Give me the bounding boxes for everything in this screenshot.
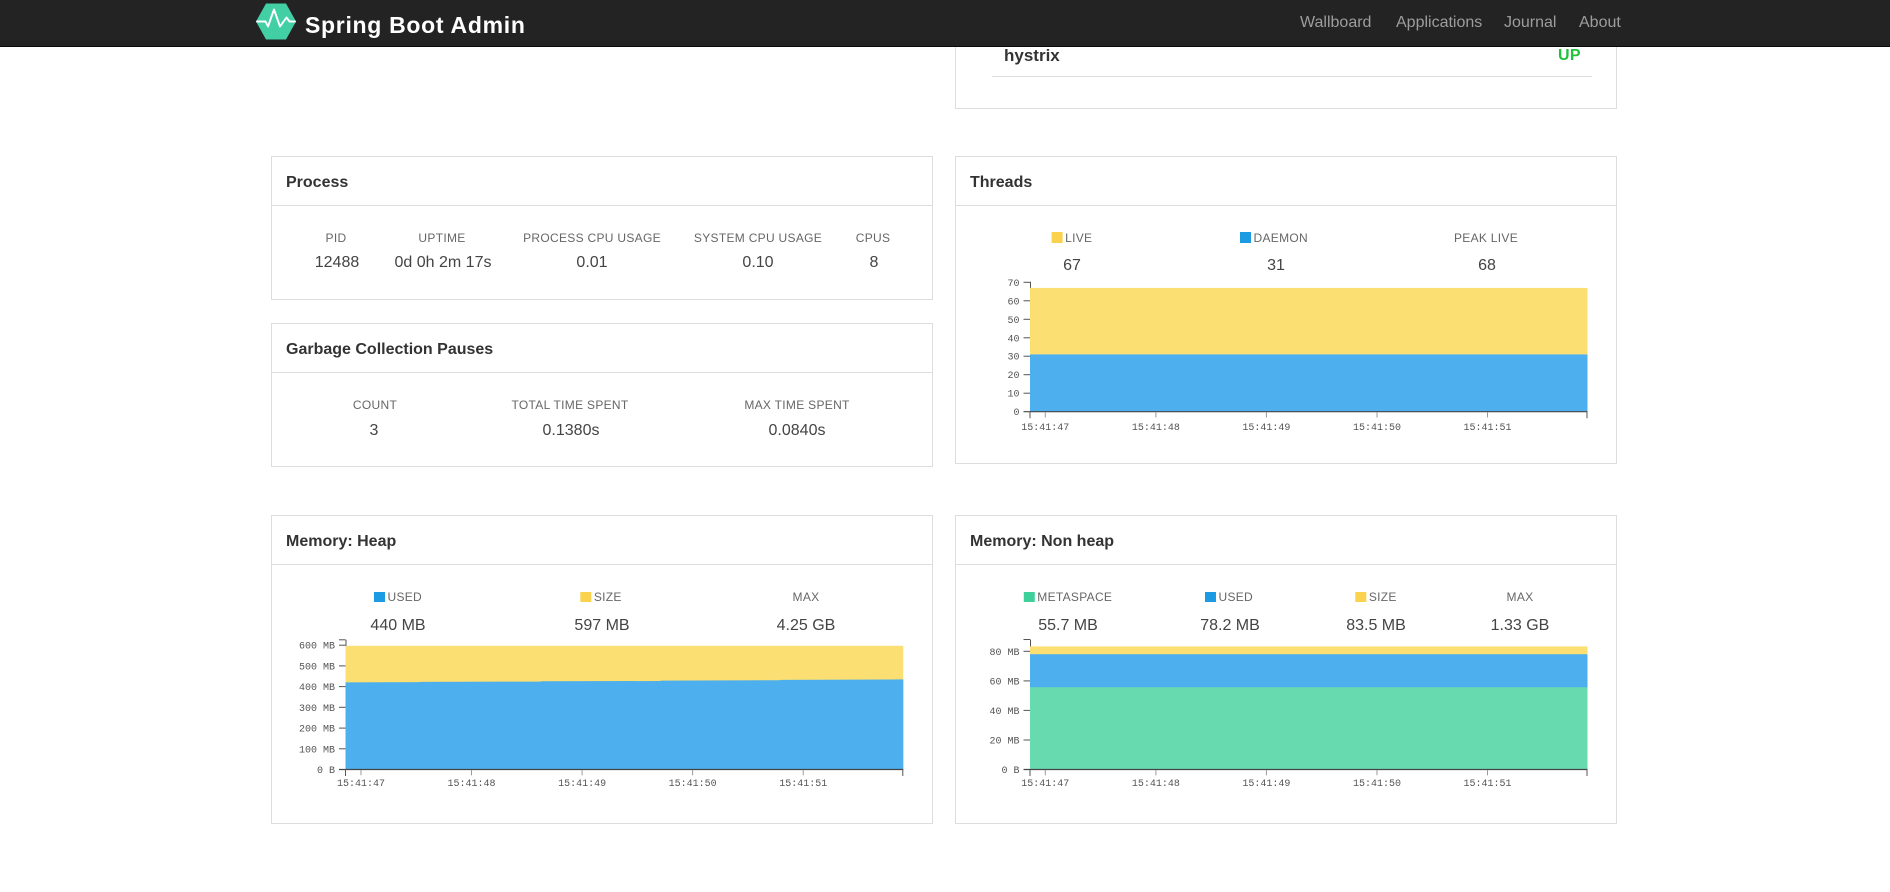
svg-text:15:41:48: 15:41:48 [1132,423,1180,434]
svg-text:60: 60 [1007,297,1019,308]
svg-text:30: 30 [1007,353,1019,364]
svg-text:10: 10 [1007,390,1019,401]
svg-text:40: 40 [1007,334,1019,345]
svg-text:15:41:50: 15:41:50 [1353,779,1401,790]
svg-text:15:41:47: 15:41:47 [1021,423,1069,434]
svg-text:15:41:47: 15:41:47 [1021,779,1069,790]
svg-text:0 B: 0 B [317,766,335,777]
svg-text:15:41:51: 15:41:51 [1463,423,1511,434]
svg-text:0 B: 0 B [1001,766,1019,777]
svg-text:15:41:49: 15:41:49 [1242,423,1290,434]
svg-text:15:41:48: 15:41:48 [1132,779,1180,790]
svg-text:60 MB: 60 MB [989,677,1019,688]
svg-text:15:41:50: 15:41:50 [1353,423,1401,434]
svg-text:40 MB: 40 MB [989,707,1019,718]
svg-text:15:41:50: 15:41:50 [669,779,717,790]
svg-text:300 MB: 300 MB [299,704,335,715]
svg-text:15:41:49: 15:41:49 [1242,779,1290,790]
svg-text:20 MB: 20 MB [989,737,1019,748]
svg-text:15:41:49: 15:41:49 [558,779,606,790]
svg-text:200 MB: 200 MB [299,725,335,736]
svg-text:20: 20 [1007,371,1019,382]
svg-text:15:41:51: 15:41:51 [779,779,827,790]
svg-text:15:41:48: 15:41:48 [447,779,495,790]
svg-text:600 MB: 600 MB [299,642,335,653]
svg-text:100 MB: 100 MB [299,745,335,756]
svg-text:500 MB: 500 MB [299,662,335,673]
svg-text:80 MB: 80 MB [989,648,1019,659]
svg-text:15:41:47: 15:41:47 [337,779,385,790]
svg-text:0: 0 [1013,408,1019,419]
svg-text:50: 50 [1007,316,1019,327]
svg-text:400 MB: 400 MB [299,683,335,694]
svg-text:70: 70 [1007,279,1019,290]
svg-text:15:41:51: 15:41:51 [1463,779,1511,790]
